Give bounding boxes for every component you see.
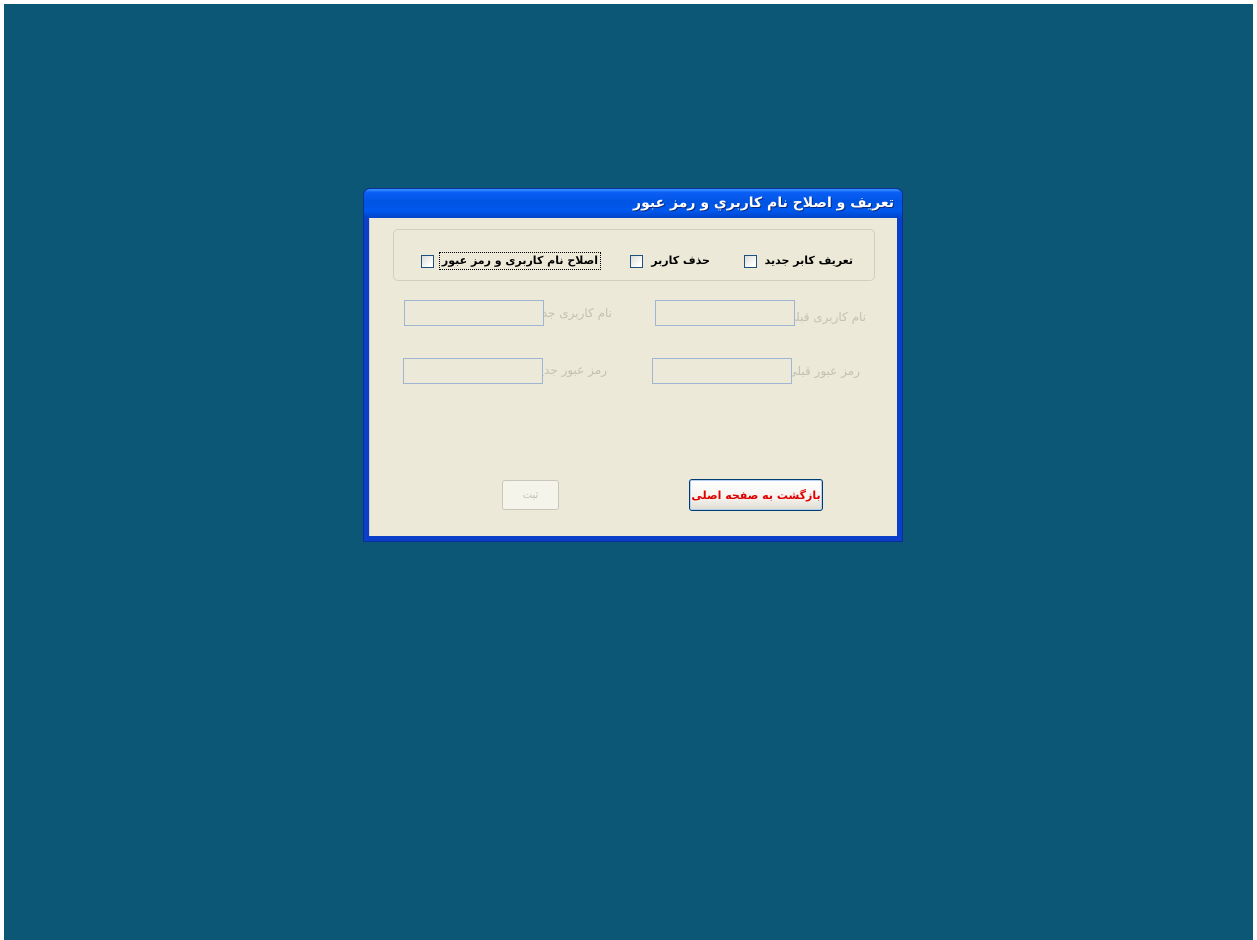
new-password-field[interactable] bbox=[403, 358, 543, 384]
window-title: تعريف و اصلاح نام كاربري و رمز عبور bbox=[633, 195, 894, 211]
new-user-label[interactable]: تعریف کابر جدید bbox=[764, 254, 854, 268]
dialog-body: تعریف کابر جدید حذف کاربر اصلاح نام کارب… bbox=[369, 218, 897, 536]
operation-options-group: تعریف کابر جدید حذف کاربر اصلاح نام کارب… bbox=[393, 229, 875, 281]
new-user-checkbox[interactable] bbox=[743, 254, 757, 268]
back-to-main-button[interactable]: بازگشت به صفحه اصلی bbox=[689, 479, 823, 511]
new-username-field[interactable] bbox=[404, 300, 544, 326]
old-username-label: نام کاربری قبلی bbox=[786, 310, 866, 324]
edit-credentials-checkbox[interactable] bbox=[420, 254, 434, 268]
new-username-label: نام کاربری جدید bbox=[532, 306, 612, 320]
delete-user-label[interactable]: حذف کاربر bbox=[650, 254, 711, 268]
option-delete-user[interactable]: حذف کاربر bbox=[630, 250, 711, 272]
old-password-field[interactable] bbox=[652, 358, 792, 384]
edit-credentials-label[interactable]: اصلاح نام کاربری و رمز عبور bbox=[438, 252, 602, 270]
option-new-user[interactable]: تعریف کابر جدید bbox=[743, 250, 854, 272]
desktop-background: تعريف و اصلاح نام كاربري و رمز عبور تعری… bbox=[4, 4, 1253, 940]
delete-user-checkbox[interactable] bbox=[630, 254, 644, 268]
title-bar[interactable]: تعريف و اصلاح نام كاربري و رمز عبور bbox=[364, 189, 902, 218]
old-username-field[interactable] bbox=[655, 300, 795, 326]
user-management-dialog: تعريف و اصلاح نام كاربري و رمز عبور تعری… bbox=[363, 188, 903, 542]
old-password-label: رمز عبور قبلی bbox=[787, 364, 860, 378]
submit-button[interactable]: ثبت bbox=[502, 480, 559, 510]
new-password-label: رمز عبور جدید bbox=[534, 363, 607, 377]
option-edit-credentials[interactable]: اصلاح نام کاربری و رمز عبور bbox=[420, 250, 602, 272]
